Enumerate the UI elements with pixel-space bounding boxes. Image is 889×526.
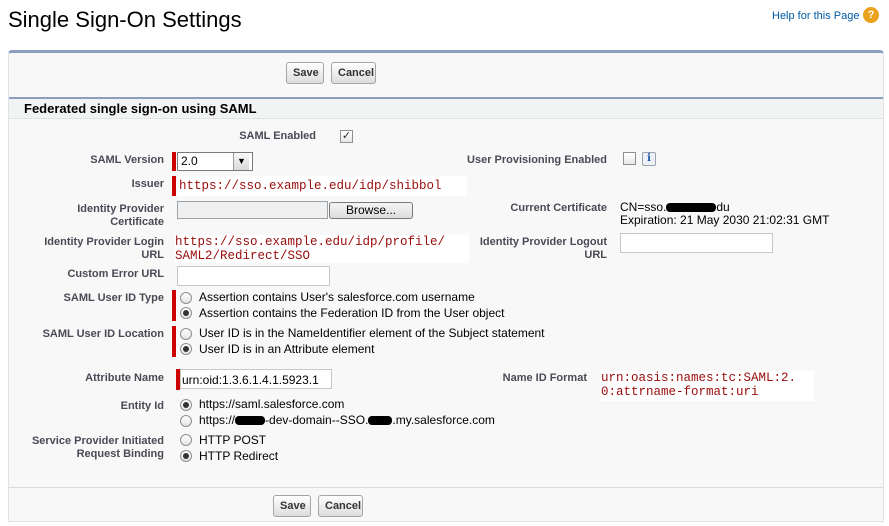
idp-certificate-label-line2: Certificate — [110, 216, 164, 228]
user-id-type-option-federation: Assertion contains the Federation ID fro… — [199, 306, 505, 320]
user-provisioning-checkbox[interactable] — [623, 152, 636, 165]
page-title: Single Sign-On Settings — [8, 7, 242, 32]
radio-user-id-type-federation[interactable] — [180, 307, 192, 319]
help-link[interactable]: Help for this Page — [772, 10, 859, 22]
idp-certificate-label-line1: Identity Provider — [77, 203, 164, 215]
name-id-format-value-line1: urn:oasis:names:tc:SAML:2. — [601, 371, 797, 385]
radio-entity-id-saml[interactable] — [180, 399, 192, 411]
radio-user-id-type-username[interactable] — [180, 292, 192, 304]
sp-request-binding-label-line2: Request Binding — [76, 448, 164, 460]
saml-user-id-location-label: SAML User ID Location — [42, 328, 164, 340]
saml-version-value: 2.0 — [181, 154, 198, 168]
info-icon[interactable]: i — [642, 152, 656, 166]
custom-error-url-label: Custom Error URL — [67, 268, 164, 280]
idp-logout-url-label-line1: Identity Provider Logout — [479, 236, 607, 248]
required-marker — [172, 290, 176, 321]
chevron-down-icon[interactable]: ▼ — [233, 153, 249, 170]
current-certificate-label: Current Certificate — [510, 202, 607, 214]
redacted-text — [368, 416, 393, 426]
issuer-label: Issuer — [131, 178, 164, 190]
radio-binding-redirect[interactable] — [180, 450, 192, 462]
required-marker — [172, 176, 176, 196]
radio-user-id-location-attribute[interactable] — [180, 343, 192, 355]
entity-id-option-saml: https://saml.salesforce.com — [199, 397, 345, 411]
issuer-value: https://sso.example.edu/idp/shibbol — [179, 179, 442, 193]
idp-login-url-value-line2: SAML2/Redirect/SSO — [175, 249, 311, 263]
save-button-top[interactable]: Save — [286, 62, 324, 84]
user-id-type-option-username: Assertion contains User's salesforce.com… — [199, 290, 475, 304]
current-certificate-cn: CN=sso. du — [620, 200, 730, 214]
sp-request-binding-label: Service Provider Initiated Request Bindi… — [20, 435, 164, 461]
certificate-expiration: Expiration: 21 May 2030 21:02:31 GMT — [620, 213, 830, 227]
custom-error-url-input[interactable] — [177, 266, 330, 286]
name-id-format-label: Name ID Format — [502, 372, 587, 384]
section-title: Federated single sign-on using SAML — [24, 101, 257, 116]
idp-login-url-label: Identity Provider Login URL — [20, 236, 164, 262]
user-provisioning-label: User Provisioning Enabled — [467, 154, 607, 166]
idp-logout-url-input[interactable] — [620, 233, 773, 253]
entity-id-domain-prefix: https:// — [199, 413, 236, 427]
name-id-format-value-line2: 0:attrname-format:uri — [601, 385, 759, 399]
cancel-button-bottom[interactable]: Cancel — [318, 495, 363, 517]
attribute-name-input[interactable]: urn:oid:1.3.6.1.4.1.5923.1 — [180, 369, 332, 389]
idp-login-url-label-line1: Identity Provider Login — [44, 236, 164, 248]
cn-suffix: du — [716, 200, 730, 214]
idp-login-url-value-line1: https://sso.example.edu/idp/profile/ — [175, 235, 446, 249]
cancel-button-top[interactable]: Cancel — [331, 62, 376, 84]
sp-request-binding-label-line1: Service Provider Initiated — [31, 435, 164, 447]
saml-enabled-label: SAML Enabled — [239, 130, 316, 142]
radio-user-id-location-nameidentifier[interactable] — [180, 328, 192, 340]
save-button-bottom[interactable]: Save — [273, 495, 311, 517]
user-id-location-option-attribute: User ID is in an Attribute element — [199, 342, 375, 356]
binding-option-post: HTTP POST — [199, 433, 267, 447]
idp-logout-url-label-line2: URL — [584, 249, 607, 261]
saml-user-id-type-label: SAML User ID Type — [63, 292, 164, 304]
binding-option-redirect: HTTP Redirect — [199, 449, 279, 463]
required-marker — [172, 326, 176, 357]
saml-enabled-checkbox[interactable]: ✓ — [340, 130, 353, 143]
idp-login-url-label-line2: URL — [141, 249, 164, 261]
name-id-format-input[interactable]: urn:oasis:names:tc:SAML:2. 0:attrname-fo… — [600, 371, 814, 401]
issuer-input[interactable]: https://sso.example.edu/idp/shibbol — [177, 176, 467, 196]
certificate-file-input[interactable] — [177, 201, 328, 219]
bottom-separator — [9, 487, 883, 488]
user-id-location-option-nameidentifier: User ID is in the NameIdentifier element… — [199, 326, 545, 340]
idp-certificate-label: Identity Provider Certificate — [20, 203, 164, 229]
entity-id-label: Entity Id — [120, 400, 164, 412]
attribute-name-label: Attribute Name — [85, 372, 164, 384]
redacted-text — [666, 203, 717, 213]
idp-login-url-input[interactable]: https://sso.example.edu/idp/profile/ SAM… — [175, 235, 469, 263]
browse-button[interactable]: Browse... — [329, 202, 413, 219]
cn-prefix: CN=sso. — [620, 200, 667, 214]
entity-id-domain-suffix: .my.salesforce.com — [392, 413, 495, 427]
radio-entity-id-domain[interactable] — [180, 415, 192, 427]
entity-id-domain-middle: -dev-domain--SSO. — [265, 413, 369, 427]
idp-logout-url-label: Identity Provider Logout URL — [450, 236, 607, 262]
redacted-text — [235, 416, 266, 426]
required-marker — [172, 152, 176, 171]
radio-binding-post[interactable] — [180, 434, 192, 446]
help-icon[interactable]: ? — [863, 7, 879, 23]
saml-version-label: SAML Version — [90, 154, 164, 166]
entity-id-option-domain: https:// -dev-domain--SSO. .my.salesforce.… — [199, 413, 495, 427]
